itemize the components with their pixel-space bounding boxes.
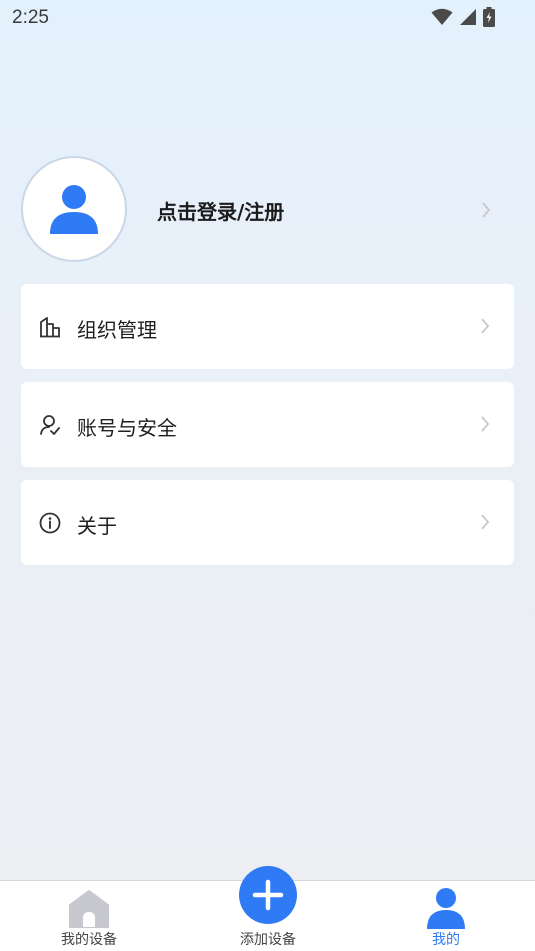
tab-my-devices[interactable]: 我的设备 [49,881,129,951]
info-icon [39,512,61,534]
tab-mine[interactable]: 我的 [406,881,486,951]
plus-icon [252,879,284,911]
tab-label: 添加设备 [240,932,296,948]
battery-charging-icon [483,7,495,27]
tab-label: 我的 [432,932,460,948]
add-device-button[interactable] [239,866,297,924]
avatar[interactable] [21,156,127,262]
chevron-right-icon [481,416,490,432]
menu-item-label: 关于 [77,514,117,538]
menu-item-label: 组织管理 [77,318,157,342]
login-register-row[interactable]: 点击登录/注册 [21,156,515,264]
menu-item-account-security[interactable]: 账号与安全 [21,382,514,467]
tab-label: 我的设备 [61,932,117,948]
user-icon [50,185,98,234]
building-icon [40,317,60,338]
signal-icon [460,9,476,25]
status-time: 2:25 [12,7,49,28]
tab-add-device[interactable]: 添加设备 [228,866,308,951]
home-icon [69,890,109,928]
chevron-right-icon [481,318,490,334]
chevron-right-icon [481,514,490,530]
status-bar: 2:25 [0,0,535,36]
login-register-label[interactable]: 点击登录/注册 [157,196,284,225]
user-shield-icon [40,415,60,435]
menu-item-organization[interactable]: 组织管理 [21,284,514,369]
menu-item-label: 账号与安全 [77,416,177,440]
bottom-nav: 我的设备 添加设备 我的 [0,866,535,951]
user-icon [427,888,465,929]
status-icons [431,7,495,27]
chevron-right-icon [482,202,491,218]
menu-item-about[interactable]: 关于 [21,480,514,565]
wifi-icon [431,8,453,25]
